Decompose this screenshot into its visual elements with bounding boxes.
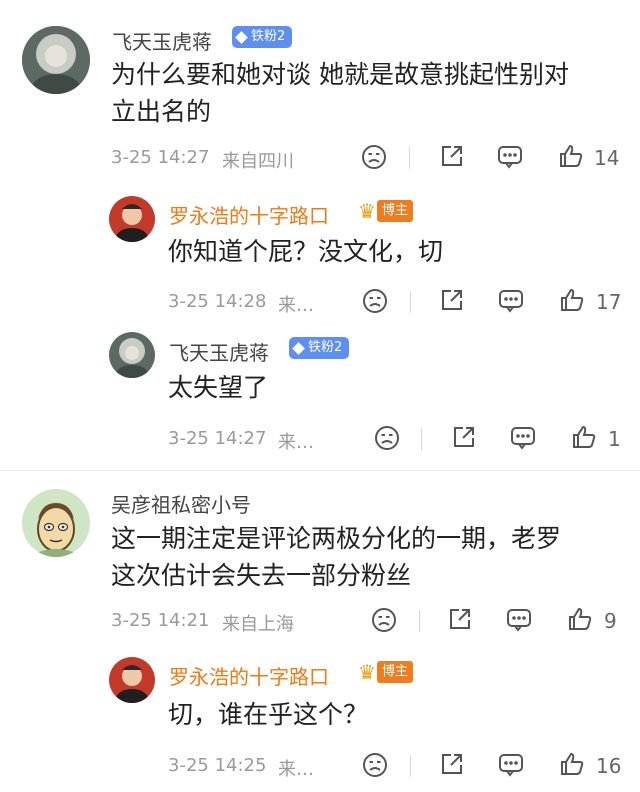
dislike-face-icon[interactable] xyxy=(370,606,398,634)
share-icon[interactable] xyxy=(447,606,473,632)
like-count: 14 xyxy=(594,146,620,170)
comment-bubble-icon[interactable] xyxy=(505,606,533,634)
divider-vertical xyxy=(419,610,420,632)
location: 来… xyxy=(278,432,314,453)
like-thumb-icon[interactable] xyxy=(557,142,585,170)
dislike-face-icon[interactable] xyxy=(361,287,389,315)
username[interactable]: 罗永浩的十字路口 xyxy=(169,661,329,690)
avatar[interactable] xyxy=(22,489,90,557)
location: 来… xyxy=(278,295,314,316)
like-thumb-icon[interactable] xyxy=(566,605,594,633)
crown-icon: ♛ xyxy=(358,199,376,223)
like-count: 9 xyxy=(604,609,617,633)
comment-bubble-icon[interactable] xyxy=(496,143,524,171)
avatar[interactable] xyxy=(109,196,155,242)
reply-text: 切，谁在乎这个？ xyxy=(168,700,369,729)
fan-badge: 铁粉2 xyxy=(232,26,293,48)
host-badge: ♛ 博主 xyxy=(358,661,413,683)
comment-text-line: 这次估计会失去一部分粉丝 xyxy=(111,561,412,590)
host-badge: ♛ 博主 xyxy=(358,200,413,222)
dislike-face-icon[interactable] xyxy=(360,143,388,171)
location: 来自上海 xyxy=(222,614,294,635)
share-icon[interactable] xyxy=(439,751,465,777)
avatar[interactable] xyxy=(109,332,155,378)
comment-bubble-icon[interactable] xyxy=(497,287,525,315)
badge-label: 铁粉2 xyxy=(308,340,343,355)
like-thumb-icon[interactable] xyxy=(570,423,598,451)
divider-vertical xyxy=(410,291,411,313)
dislike-face-icon[interactable] xyxy=(361,751,389,779)
diamond-icon xyxy=(235,30,248,44)
like-count: 17 xyxy=(596,290,622,314)
diamond-icon xyxy=(292,341,305,355)
divider-vertical xyxy=(421,428,422,450)
comment-text-line: 立出名的 xyxy=(111,97,212,126)
username[interactable]: 飞天玉虎蒋 xyxy=(169,337,269,366)
username[interactable]: 飞天玉虎蒋 xyxy=(112,26,212,55)
divider-vertical xyxy=(409,147,410,169)
timestamp: 3-25 14:28 xyxy=(168,291,267,312)
badge-label: 铁粉2 xyxy=(251,29,286,44)
like-thumb-icon[interactable] xyxy=(558,750,586,778)
username[interactable]: 吴彦祖私密小号 xyxy=(111,489,251,518)
share-icon[interactable] xyxy=(439,143,465,169)
timestamp: 3-25 14:27 xyxy=(111,147,210,168)
comment-text-line: 为什么要和她对谈 她就是故意挑起性别对 xyxy=(111,60,569,89)
share-icon[interactable] xyxy=(439,287,465,313)
avatar[interactable] xyxy=(109,657,155,703)
reply-text: 你知道个屁？没文化，切 xyxy=(168,237,444,266)
location: 来自四川 xyxy=(222,151,294,172)
dislike-face-icon[interactable] xyxy=(373,424,401,452)
username[interactable]: 罗永浩的十字路口 xyxy=(169,200,329,229)
crown-icon: ♛ xyxy=(358,660,376,684)
reply-text: 太失望了 xyxy=(168,373,269,402)
like-count: 16 xyxy=(596,754,622,778)
like-count: 1 xyxy=(608,427,621,451)
avatar[interactable] xyxy=(22,26,90,94)
fan-badge: 铁粉2 xyxy=(289,337,350,359)
timestamp: 3-25 14:27 xyxy=(168,428,267,449)
comment-bubble-icon[interactable] xyxy=(509,424,537,452)
comment-bubble-icon[interactable] xyxy=(497,751,525,779)
divider-vertical xyxy=(410,755,411,777)
timestamp: 3-25 14:25 xyxy=(168,755,267,776)
share-icon[interactable] xyxy=(451,424,477,450)
location: 来… xyxy=(278,759,314,780)
comment-text-line: 这一期注定是评论两极分化的一期，老罗 xyxy=(111,524,562,553)
badge-label: 博主 xyxy=(376,200,413,222)
badge-label: 博主 xyxy=(376,661,413,683)
like-thumb-icon[interactable] xyxy=(558,286,586,314)
timestamp: 3-25 14:21 xyxy=(111,610,210,631)
comment-divider xyxy=(0,470,640,471)
